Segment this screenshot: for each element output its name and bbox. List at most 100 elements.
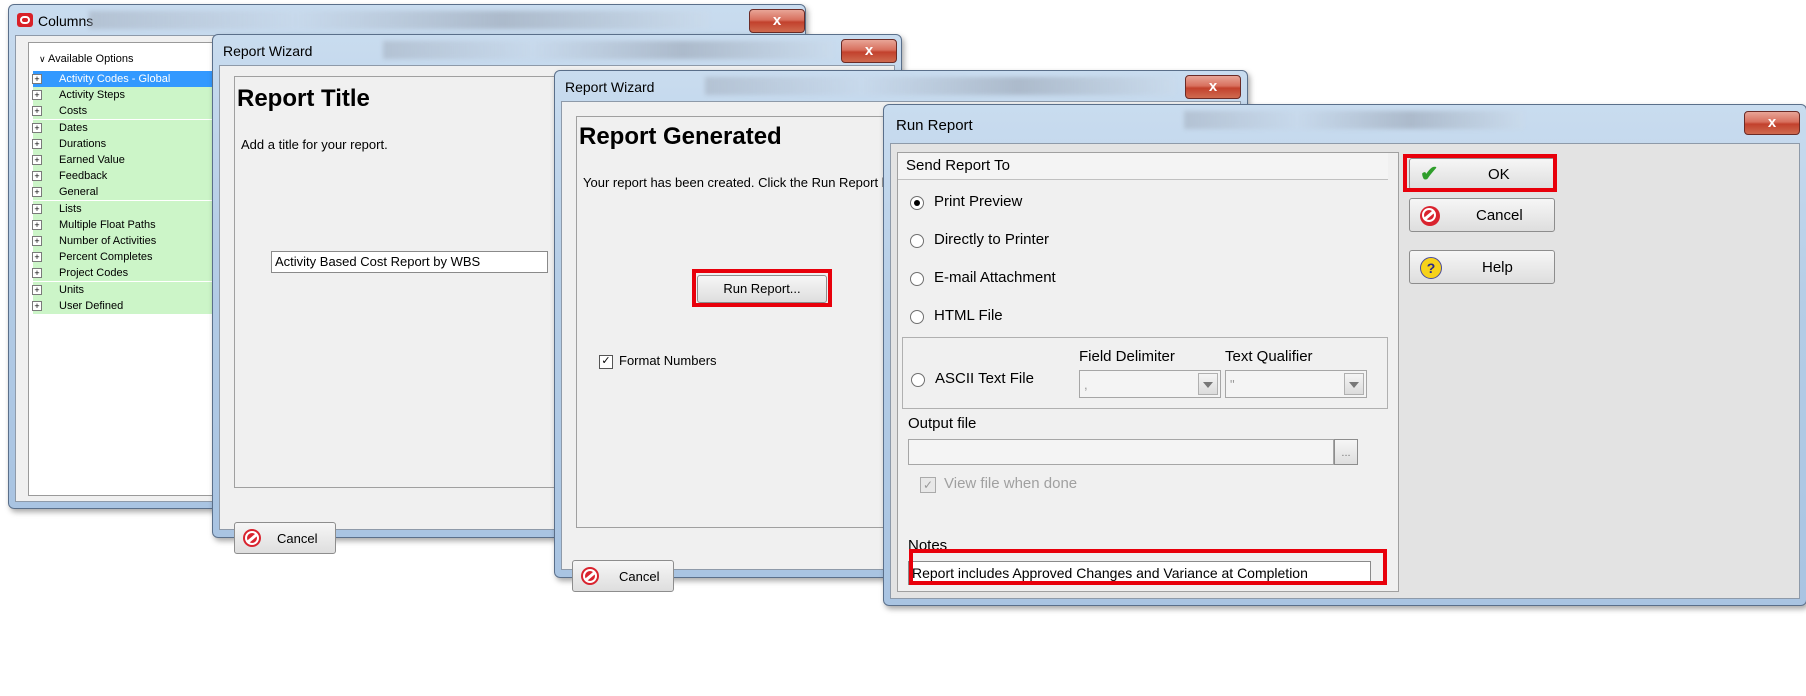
output-file-input[interactable] bbox=[908, 439, 1334, 465]
tree-item-label: Activity Codes - Global bbox=[59, 73, 171, 85]
columns-title: Columns bbox=[38, 13, 94, 29]
wizard2-message: Your report has been created. Click the … bbox=[583, 175, 889, 190]
tree-item[interactable]: + Units bbox=[32, 281, 223, 298]
tree-item[interactable]: + Percent Completes bbox=[32, 249, 223, 266]
run-report-title-blur bbox=[1184, 111, 1524, 129]
directly-to-printer-radio[interactable] bbox=[910, 234, 924, 248]
expand-icon[interactable]: + bbox=[32, 268, 42, 279]
cancel-icon bbox=[1420, 206, 1440, 226]
tree-item[interactable]: + Multiple Float Paths bbox=[32, 216, 223, 233]
tree-item-label: Costs bbox=[59, 105, 88, 118]
chevron-down-icon bbox=[1198, 373, 1218, 395]
ascii-text-file-radio[interactable] bbox=[911, 373, 925, 387]
html-file-radio[interactable] bbox=[910, 310, 924, 324]
tree-item-label: Lists bbox=[59, 202, 82, 215]
tree-item-label: Units bbox=[59, 283, 85, 296]
wizard2-cancel-button[interactable]: Cancel bbox=[572, 560, 674, 592]
run-report-close-button[interactable]: x bbox=[1744, 111, 1800, 135]
print-preview-radio[interactable] bbox=[910, 196, 924, 210]
view-when-done-checkbox[interactable]: ✓ bbox=[920, 477, 936, 493]
wizard2-title: Report Wizard bbox=[565, 79, 655, 95]
chevron-down-icon: ∨ bbox=[39, 54, 46, 64]
send-report-panel: Send Report To Print Preview Directly to… bbox=[897, 152, 1399, 592]
tree-item-label: Project Codes bbox=[59, 267, 129, 280]
tree-item-label: Multiple Float Paths bbox=[59, 218, 156, 231]
run-report-title: Run Report bbox=[896, 117, 973, 134]
wizard1-heading: Report Title bbox=[237, 85, 370, 112]
expand-icon[interactable]: + bbox=[32, 203, 42, 214]
tree-header-label: Available Options bbox=[48, 53, 134, 65]
tree-item[interactable]: + Activity Codes - Global bbox=[32, 71, 223, 87]
send-to-header: Send Report To bbox=[898, 153, 1388, 180]
wizard2-titlebar[interactable]: Report Wizard x bbox=[555, 71, 1247, 101]
format-numbers-label: Format Numbers bbox=[619, 353, 717, 368]
tree-item[interactable]: + Lists bbox=[32, 200, 223, 217]
html-file-label: HTML File bbox=[934, 307, 1003, 324]
notes-highlight bbox=[909, 549, 1387, 585]
wizard2-cancel-label: Cancel bbox=[619, 569, 660, 584]
expand-icon[interactable]: + bbox=[32, 171, 42, 182]
ascii-text-file-label: ASCII Text File bbox=[935, 370, 1034, 387]
wizard2-close-button[interactable]: x bbox=[1185, 75, 1241, 99]
wizard1-cancel-button[interactable]: Cancel bbox=[234, 522, 336, 554]
expand-icon[interactable]: + bbox=[32, 90, 42, 101]
expand-icon[interactable]: + bbox=[32, 138, 42, 149]
tree-item[interactable]: + Number of Activities bbox=[32, 233, 223, 249]
wizard2-title-blur bbox=[705, 77, 1175, 95]
expand-icon[interactable]: + bbox=[32, 187, 42, 198]
tree-item-label: Feedback bbox=[59, 170, 108, 183]
tree-item[interactable]: + Feedback bbox=[32, 168, 223, 185]
run-report-titlebar[interactable]: Run Report x bbox=[884, 105, 1806, 135]
tree-item-label: General bbox=[59, 186, 99, 199]
browse-button[interactable]: ... bbox=[1334, 439, 1358, 465]
tree-item-label: Percent Completes bbox=[59, 251, 153, 264]
columns-titlebar[interactable]: Columns x bbox=[9, 5, 805, 35]
field-delimiter-select[interactable]: , bbox=[1079, 370, 1221, 398]
wizard1-instruction: Add a title for your report. bbox=[241, 137, 388, 152]
print-preview-label: Print Preview bbox=[934, 193, 1023, 210]
expand-icon[interactable]: + bbox=[32, 74, 42, 84]
expand-icon[interactable]: + bbox=[32, 155, 42, 165]
tree-item[interactable]: + User Defined bbox=[32, 297, 223, 314]
expand-icon[interactable]: + bbox=[32, 219, 42, 230]
close-icon: x bbox=[1767, 114, 1777, 131]
cancel-button[interactable]: Cancel bbox=[1409, 198, 1555, 232]
tree-item[interactable]: + Activity Steps bbox=[32, 87, 223, 104]
browse-label: ... bbox=[1341, 447, 1351, 459]
tree-item-label: Activity Steps bbox=[59, 89, 126, 102]
run-report-window: Run Report x Send Report To Print Previe… bbox=[883, 104, 1806, 606]
email-attachment-radio[interactable] bbox=[910, 272, 924, 286]
expand-icon[interactable]: + bbox=[32, 122, 42, 133]
expand-icon[interactable]: + bbox=[32, 236, 42, 246]
tree-item[interactable]: + Costs bbox=[32, 103, 223, 120]
chevron-down-icon bbox=[1344, 373, 1364, 395]
expand-icon[interactable]: + bbox=[32, 106, 42, 117]
wizard1-titlebar[interactable]: Report Wizard x bbox=[213, 35, 901, 65]
report-title-input[interactable]: Activity Based Cost Report by WBS bbox=[271, 251, 548, 273]
text-qualifier-value: " bbox=[1230, 377, 1235, 392]
close-icon: x bbox=[772, 12, 782, 29]
available-options-tree[interactable]: ∨ Available Options + Activity Codes - Gl… bbox=[28, 42, 230, 496]
columns-close-button[interactable]: x bbox=[749, 9, 805, 33]
tree-header[interactable]: ∨ Available Options bbox=[39, 53, 133, 65]
wizard1-close-button[interactable]: x bbox=[841, 39, 897, 63]
format-numbers-checkbox[interactable]: ✓ bbox=[599, 355, 613, 369]
help-button[interactable]: ? Help bbox=[1409, 250, 1555, 284]
tree-item[interactable]: + Earned Value bbox=[32, 152, 223, 168]
wizard1-cancel-label: Cancel bbox=[277, 531, 318, 546]
close-icon: x bbox=[1208, 78, 1218, 95]
tree-item[interactable]: + Project Codes bbox=[32, 265, 223, 282]
tree-item-label: User Defined bbox=[59, 299, 124, 312]
run-report-highlight bbox=[692, 269, 832, 307]
tree-item[interactable]: + Dates bbox=[32, 119, 223, 136]
text-qualifier-select[interactable]: " bbox=[1225, 370, 1367, 398]
tree-item-label: Dates bbox=[59, 121, 88, 134]
expand-icon[interactable]: + bbox=[32, 284, 42, 295]
expand-icon[interactable]: + bbox=[32, 252, 42, 263]
tree-item[interactable]: + General bbox=[32, 184, 223, 201]
directly-to-printer-label: Directly to Printer bbox=[934, 231, 1050, 248]
tree-item[interactable]: + Durations bbox=[32, 135, 223, 152]
wizard1-title-blur bbox=[383, 41, 833, 59]
app-logo-icon bbox=[17, 13, 33, 27]
expand-icon[interactable]: + bbox=[32, 300, 42, 311]
